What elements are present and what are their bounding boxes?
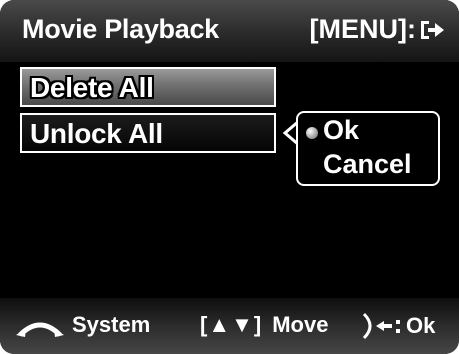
footer-system-label: System	[72, 312, 151, 337]
exit-arrow-icon	[421, 20, 444, 39]
menu-item-label: Delete All	[30, 72, 154, 103]
mode-dial-icon	[16, 322, 64, 337]
menu-item-delete-all[interactable]: Delete All	[20, 67, 276, 107]
ok-button-arrow-icon	[362, 312, 400, 340]
camera-screen: Movie Playback [MENU]: Delete All Unlock…	[0, 0, 459, 354]
popup-option-cancel[interactable]: Cancel	[323, 149, 412, 180]
up-down-arrows-icon: [▲▼]	[200, 312, 263, 337]
footer-move-label: Move	[272, 312, 329, 337]
page-title: Movie Playback	[22, 14, 219, 44]
footer-move-hint: [▲▼] Move	[200, 312, 328, 338]
footer-system-hint[interactable]: System	[16, 312, 150, 338]
popup-option-ok[interactable]: Ok	[323, 115, 359, 146]
header-bar: Movie Playback [MENU]:	[0, 0, 459, 62]
footer-ok-hint[interactable]: Ok	[358, 312, 435, 340]
confirm-popup: Ok Cancel	[296, 111, 440, 186]
menu-item-label: Unlock All	[30, 118, 163, 149]
footer-ok-label: Ok	[406, 313, 436, 338]
menu-exit-hint[interactable]: [MENU]:	[310, 14, 445, 45]
menu-item-unlock-all[interactable]: Unlock All	[20, 113, 276, 153]
menu-hint-label: [MENU]:	[309, 14, 416, 44]
selection-bullet-icon	[306, 127, 318, 139]
footer-bar: System [▲▼] Move Ok	[0, 298, 459, 354]
